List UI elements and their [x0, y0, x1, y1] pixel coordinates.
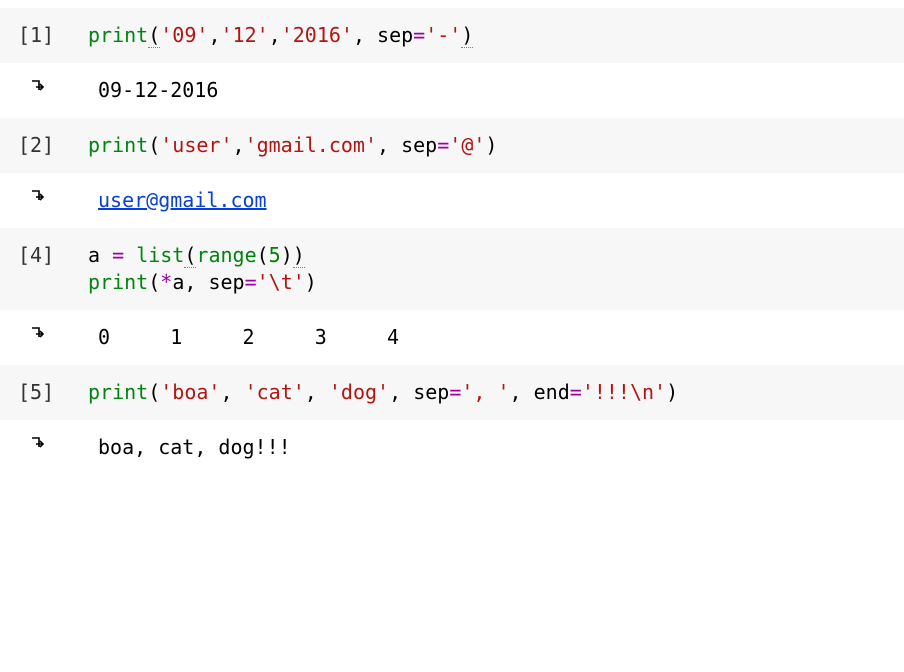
- code-line[interactable]: print('09','12','2016', sep='-'): [88, 22, 890, 49]
- output-indicator: [0, 187, 98, 207]
- output-arrow-icon: [28, 435, 48, 455]
- output-indicator: [0, 324, 98, 344]
- output-text: 09-12-2016: [98, 77, 890, 104]
- prompt-label: [5]: [0, 379, 88, 406]
- cell-2-input[interactable]: [2] print('user','gmail.com', sep='@'): [0, 118, 904, 173]
- cell-1-output: 09-12-2016: [0, 63, 904, 118]
- cell-1-input[interactable]: [1] print('09','12','2016', sep='-'): [0, 8, 904, 63]
- output-text: boa, cat, dog!!!: [98, 434, 890, 461]
- code-line[interactable]: print('user','gmail.com', sep='@'): [88, 132, 890, 159]
- output-arrow-icon: [28, 188, 48, 208]
- code-line[interactable]: print('boa', 'cat', 'dog', sep=', ', end…: [88, 379, 890, 406]
- email-link[interactable]: user@gmail.com: [98, 188, 267, 212]
- output-arrow-icon: [28, 78, 48, 98]
- prompt-label: [4]: [0, 242, 88, 269]
- notebook: [1] print('09','12','2016', sep='-') 09-…: [0, 0, 904, 495]
- output-text: 01234: [98, 324, 890, 351]
- output-indicator: [0, 434, 98, 454]
- cell-5-input[interactable]: [5] print('boa', 'cat', 'dog', sep=', ',…: [0, 365, 904, 420]
- cell-2-output: user@gmail.com: [0, 173, 904, 228]
- code-block[interactable]: a = list(range(5)) print(*a, sep='\t'): [88, 242, 890, 296]
- prompt-label: [2]: [0, 132, 88, 159]
- output-arrow-icon: [28, 325, 48, 345]
- cell-4-output: 01234: [0, 310, 904, 365]
- cell-5-output: boa, cat, dog!!!: [0, 420, 904, 475]
- cell-4-input[interactable]: [4] a = list(range(5)) print(*a, sep='\t…: [0, 228, 904, 310]
- prompt-label: [1]: [0, 22, 88, 49]
- output-indicator: [0, 77, 98, 97]
- output-text: user@gmail.com: [98, 187, 890, 214]
